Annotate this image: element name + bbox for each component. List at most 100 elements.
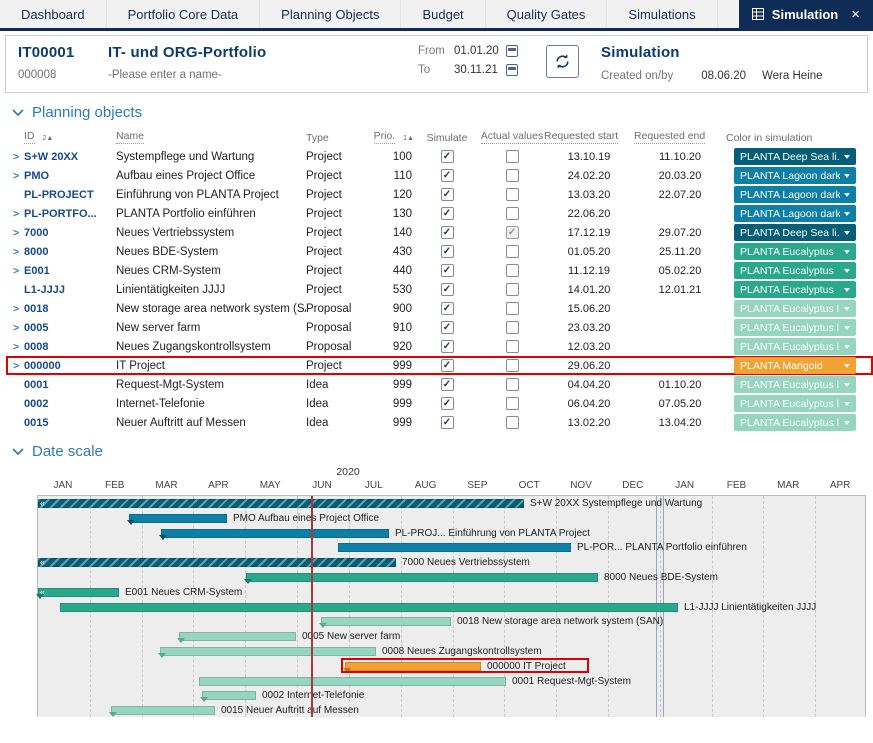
nav-tab-quality-gates[interactable]: Quality Gates — [486, 0, 608, 28]
nav-tab-budget[interactable]: Budget — [401, 0, 485, 28]
to-date-value[interactable]: 30.11.21 — [454, 64, 506, 76]
actual-values-checkbox[interactable] — [506, 321, 519, 334]
row-expander-icon[interactable]: > — [6, 227, 24, 239]
actual-values-checkbox[interactable] — [506, 188, 519, 201]
row-expander-icon[interactable]: > — [6, 246, 24, 258]
simulate-checkbox[interactable]: ✓ — [441, 302, 454, 315]
gantt-bar[interactable] — [338, 543, 571, 552]
gantt-bar[interactable] — [111, 706, 215, 715]
simulate-checkbox[interactable]: ✓ — [441, 283, 454, 296]
cell-id[interactable]: 0002 — [24, 398, 116, 410]
simulate-checkbox[interactable]: ✓ — [441, 378, 454, 391]
simulate-checkbox[interactable]: ✓ — [441, 150, 454, 163]
color-dropdown[interactable]: PLANTA Eucalyptus — [734, 281, 856, 298]
actual-values-checkbox[interactable] — [506, 245, 519, 258]
simulate-checkbox[interactable]: ✓ — [441, 207, 454, 220]
actual-values-checkbox[interactable] — [506, 302, 519, 315]
simulate-checkbox[interactable]: ✓ — [441, 397, 454, 410]
column-header-requested-end[interactable]: Requested end — [634, 130, 726, 144]
color-dropdown[interactable]: PLANTA Eucalyptus — [734, 243, 856, 260]
cell-id[interactable]: E001 — [24, 265, 116, 277]
from-date-value[interactable]: 01.01.20 — [454, 45, 506, 57]
column-header-type[interactable]: Type — [306, 132, 370, 144]
planning-objects-section-header[interactable]: Planning objects — [12, 104, 873, 121]
row-expander-icon[interactable]: > — [6, 322, 24, 334]
gantt-bar[interactable]: « — [38, 588, 119, 597]
color-dropdown[interactable]: PLANTA Marigold — [734, 357, 856, 374]
gantt-bar[interactable] — [179, 632, 296, 641]
color-dropdown[interactable]: PLANTA Deep Sea li... — [734, 148, 856, 165]
color-dropdown[interactable]: PLANTA Eucalyptus — [734, 262, 856, 279]
cell-id[interactable]: S+W 20XX — [24, 151, 116, 163]
cell-id[interactable]: 0005 — [24, 322, 116, 334]
column-header-actual-values[interactable]: Actual values — [480, 130, 544, 144]
actual-values-checkbox[interactable] — [506, 169, 519, 182]
column-header-name[interactable]: Name — [116, 130, 306, 144]
color-dropdown[interactable]: PLANTA Eucalyptus l... — [734, 300, 856, 317]
color-dropdown[interactable]: PLANTA Eucalyptus l... — [734, 319, 856, 336]
portfolio-name-placeholder[interactable]: -Please enter a name- — [108, 69, 418, 81]
column-header-prio[interactable]: Prio.1▲ — [370, 130, 414, 144]
color-dropdown[interactable]: PLANTA Deep Sea li... — [734, 224, 856, 241]
simulate-checkbox[interactable]: ✓ — [441, 340, 454, 353]
actual-values-checkbox[interactable] — [506, 207, 519, 220]
cell-id[interactable]: 0018 — [24, 303, 116, 315]
actual-values-checkbox[interactable] — [506, 340, 519, 353]
actual-values-checkbox[interactable] — [506, 264, 519, 277]
color-dropdown[interactable]: PLANTA Lagoon dark — [734, 186, 856, 203]
color-dropdown[interactable]: PLANTA Eucalyptus l... — [734, 338, 856, 355]
close-icon[interactable]: × — [851, 7, 860, 22]
column-header-color-in-simulation[interactable]: Color in simulation — [726, 132, 858, 144]
row-expander-icon[interactable]: > — [6, 170, 24, 182]
column-header-id[interactable]: ID2▲ — [24, 130, 116, 144]
row-expander-icon[interactable]: > — [6, 208, 24, 220]
cell-id[interactable]: 0015 — [24, 417, 116, 429]
simulate-checkbox[interactable]: ✓ — [441, 245, 454, 258]
actual-values-checkbox[interactable] — [506, 283, 519, 296]
actual-values-checkbox[interactable] — [506, 416, 519, 429]
refresh-button[interactable] — [546, 45, 579, 78]
column-header-simulate[interactable]: Simulate — [414, 132, 480, 144]
color-dropdown[interactable]: PLANTA Eucalyptus l... — [734, 376, 856, 393]
column-header-requested-start[interactable]: Requested start — [544, 130, 634, 144]
cell-id[interactable]: PMO — [24, 170, 116, 182]
nav-tab-planning-objects[interactable]: Planning Objects — [260, 0, 401, 28]
simulate-checkbox[interactable]: ✓ — [441, 226, 454, 239]
nav-tab-simulations[interactable]: Simulations — [607, 0, 717, 28]
gantt-bar[interactable]: « — [38, 558, 396, 567]
gantt-bar[interactable] — [161, 529, 389, 538]
gantt-bar[interactable]: « — [38, 499, 524, 508]
color-dropdown[interactable]: PLANTA Lagoon dark — [734, 167, 856, 184]
color-dropdown[interactable]: PLANTA Eucalyptus l... — [734, 395, 856, 412]
row-expander-icon[interactable]: > — [6, 303, 24, 315]
gantt-bar[interactable] — [202, 691, 256, 700]
simulate-checkbox[interactable]: ✓ — [441, 416, 454, 429]
cell-id[interactable]: 0001 — [24, 379, 116, 391]
actual-values-checkbox[interactable] — [506, 378, 519, 391]
row-expander-icon[interactable]: > — [6, 341, 24, 353]
cell-id[interactable]: 8000 — [24, 246, 116, 258]
date-scale-section-header[interactable]: Date scale — [12, 443, 873, 460]
actual-values-checkbox[interactable] — [506, 150, 519, 163]
color-dropdown[interactable]: PLANTA Eucalyptus l... — [734, 414, 856, 431]
cell-id[interactable]: 000000 — [24, 360, 116, 372]
gantt-bar[interactable] — [321, 617, 451, 626]
simulate-checkbox[interactable]: ✓ — [441, 188, 454, 201]
simulate-checkbox[interactable]: ✓ — [441, 264, 454, 277]
cell-id[interactable]: 7000 — [24, 227, 116, 239]
cell-id[interactable]: 0008 — [24, 341, 116, 353]
calendar-icon[interactable] — [506, 64, 518, 76]
nav-tab-simulation-active[interactable]: Simulation × — [739, 0, 873, 28]
gantt-bar[interactable] — [60, 603, 678, 612]
actual-values-checkbox[interactable]: ✓ — [506, 226, 519, 239]
simulate-checkbox[interactable]: ✓ — [441, 321, 454, 334]
cell-id[interactable]: PL-PROJECT — [24, 189, 116, 201]
cell-id[interactable]: PL-PORTFO... — [24, 208, 116, 220]
actual-values-checkbox[interactable] — [506, 397, 519, 410]
row-expander-icon[interactable]: > — [6, 360, 24, 372]
nav-tab-portfolio-core-data[interactable]: Portfolio Core Data — [107, 0, 261, 28]
nav-tab-dashboard[interactable]: Dashboard — [0, 0, 107, 28]
row-expander-icon[interactable]: > — [6, 265, 24, 277]
actual-values-checkbox[interactable] — [506, 359, 519, 372]
simulate-checkbox[interactable]: ✓ — [441, 359, 454, 372]
